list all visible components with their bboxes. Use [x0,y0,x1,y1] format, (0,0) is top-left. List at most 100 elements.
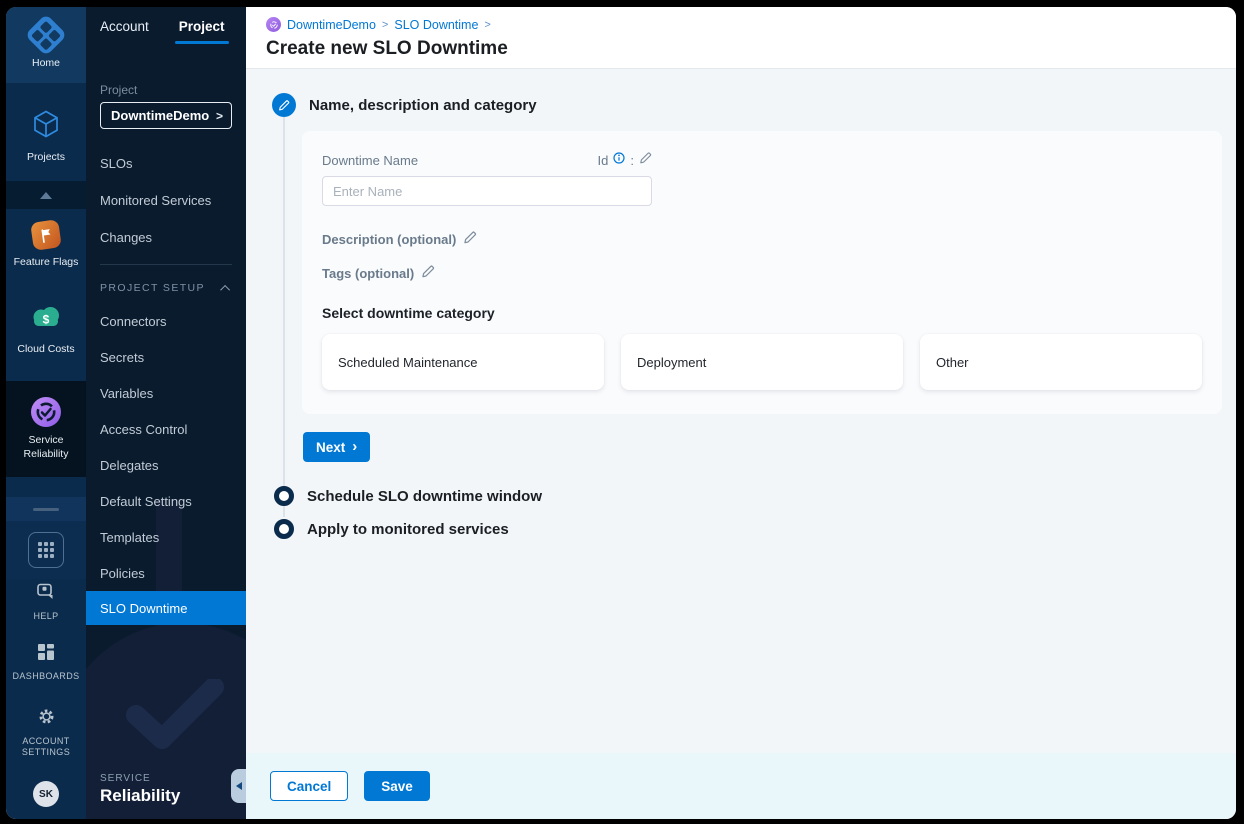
help-chat-icon [36,583,56,606]
category-cards: Scheduled Maintenance Deployment Other [322,334,1202,390]
rail-item-home[interactable]: Home [6,7,86,83]
project-setup-header[interactable]: PROJECT SETUP [86,273,246,303]
sidebar-item-variables[interactable]: Variables [86,375,246,411]
category-card-other[interactable]: Other [920,334,1202,390]
rail-service-reliability-label: Service Reliability [23,434,69,460]
rail-item-account-settings[interactable]: ACCOUNT SETTINGS [18,707,74,759]
breadcrumb-section-link[interactable]: SLO Downtime [394,18,478,32]
sidebar-collapse-toggle[interactable] [231,769,246,803]
edit-id-pencil-icon[interactable] [639,151,652,169]
user-avatar[interactable]: SK [33,781,59,807]
info-icon[interactable] [613,151,625,169]
rail-item-projects[interactable]: Projects [6,99,86,175]
rail-item-dashboards[interactable]: DASHBOARDS [12,643,79,683]
breadcrumb-separator: > [381,18,389,31]
rail-dashboards-label: DASHBOARDS [12,670,80,681]
category-card-scheduled-maintenance[interactable]: Scheduled Maintenance [322,334,604,390]
sidebar-item-templates[interactable]: Templates [86,519,246,555]
step1-label[interactable]: Name, description and category [309,97,537,114]
rail-scroll-up[interactable] [6,181,86,209]
sidebar-divider [100,264,232,265]
step2-circle[interactable] [274,486,294,506]
collapse-arrow-icon [235,782,242,790]
rail-divider [6,497,86,521]
sidebar-item-policies[interactable]: Policies [86,555,246,591]
category-card-deployment[interactable]: Deployment [621,334,903,390]
save-button[interactable]: Save [364,771,430,801]
rail-account-settings-label: ACCOUNT SETTINGS [21,735,71,758]
next-button[interactable]: Next › [303,432,371,462]
sidebar-item-connectors[interactable]: Connectors [86,303,246,339]
chevron-right-icon: › [352,438,358,455]
rail-item-cloud-costs[interactable]: $ Cloud Costs [6,299,86,363]
wizard-content: Name, description and category Downtime … [246,69,1236,753]
action-footer: Cancel Save [246,753,1236,819]
chevron-up-icon [220,284,231,295]
app-window: Home Projects Feature Flags $ Cloud Cost… [6,7,1236,819]
sidebar-item-access-control[interactable]: Access Control [86,411,246,447]
chevron-right-icon: > [215,108,223,123]
module-kicker: SERVICE [100,773,151,784]
tags-label: Tags (optional) [322,266,415,281]
rail-item-feature-flags[interactable]: Feature Flags [6,213,86,277]
sidebar-item-slos[interactable]: SLOs [86,145,246,182]
cloud-costs-icon: $ [29,305,63,336]
main-area: DowntimeDemo > SLO Downtime > Create new… [246,7,1236,819]
wizard-step-3: Apply to monitored services [274,519,1236,539]
wizard-step-1: Name, description and category [272,93,1236,117]
step2-label[interactable]: Schedule SLO downtime window [307,488,542,505]
project-name: DowntimeDemo [111,108,210,123]
svg-text:$: $ [43,313,50,327]
next-button-label: Next [316,439,346,455]
feature-flags-icon [30,219,62,251]
project-selector-label: Project [100,83,138,97]
watermark-check-icon [126,679,224,749]
rail-item-service-reliability[interactable]: Service Reliability [6,381,86,477]
id-label: Id [597,152,609,168]
sidebar-item-changes[interactable]: Changes [86,219,246,256]
sidebar-item-slo-downtime[interactable]: SLO Downtime [86,591,246,625]
sidebar-item-default-settings[interactable]: Default Settings [86,483,246,519]
tab-project[interactable]: Project [174,19,229,44]
sidebar-item-monitored-services[interactable]: Monitored Services [86,182,246,219]
project-setup-list: Connectors Secrets Variables Access Cont… [86,303,246,625]
step1-panel: Downtime Name Id : Description (op [302,131,1222,414]
edit-step-icon [272,93,296,117]
edit-tags-pencil-icon[interactable] [421,264,435,283]
id-group: Id : [598,151,652,169]
rail-projects-label: Projects [27,151,65,164]
scroll-up-icon [40,191,52,199]
module-rail: Home Projects Feature Flags $ Cloud Cost… [6,7,86,819]
dashboards-icon [37,643,55,666]
tab-account[interactable]: Account [100,19,149,38]
apps-grid-icon [28,532,64,568]
step3-label[interactable]: Apply to monitored services [307,521,509,538]
breadcrumb-separator: > [484,18,491,31]
drag-handle-icon [33,507,59,511]
gear-icon [37,707,56,731]
sidebar-item-delegates[interactable]: Delegates [86,447,246,483]
scope-tabs: Account Project [86,7,246,49]
step-connector-line [283,117,285,517]
project-sidebar: Account Project Project DowntimeDemo > S… [86,7,246,819]
rail-item-help[interactable]: HELP [33,583,58,623]
module-title: Reliability [100,786,181,805]
rail-cloud-costs-label: Cloud Costs [17,343,75,356]
wizard-step-2: Schedule SLO downtime window [274,486,1236,506]
rail-item-module-picker[interactable] [6,521,86,579]
edit-description-pencil-icon[interactable] [463,230,477,249]
rail-help-label: HELP [33,611,59,622]
breadcrumb-project-link[interactable]: DowntimeDemo [287,18,376,32]
sidebar-item-secrets[interactable]: Secrets [86,339,246,375]
rail-home-label: Home [31,56,60,69]
category-section-label: Select downtime category [322,305,495,321]
project-nav: SLOs Monitored Services Changes [86,145,246,256]
downtime-name-input[interactable] [322,176,652,206]
name-field-header: Downtime Name Id : [322,151,652,169]
projects-cube-icon [31,109,61,144]
sidebar-footer: SERVICE Reliability [100,773,180,806]
cancel-button[interactable]: Cancel [270,771,349,801]
step3-circle[interactable] [274,519,294,539]
page-title: Create new SLO Downtime [266,38,508,59]
project-selector[interactable]: DowntimeDemo > [100,102,232,129]
